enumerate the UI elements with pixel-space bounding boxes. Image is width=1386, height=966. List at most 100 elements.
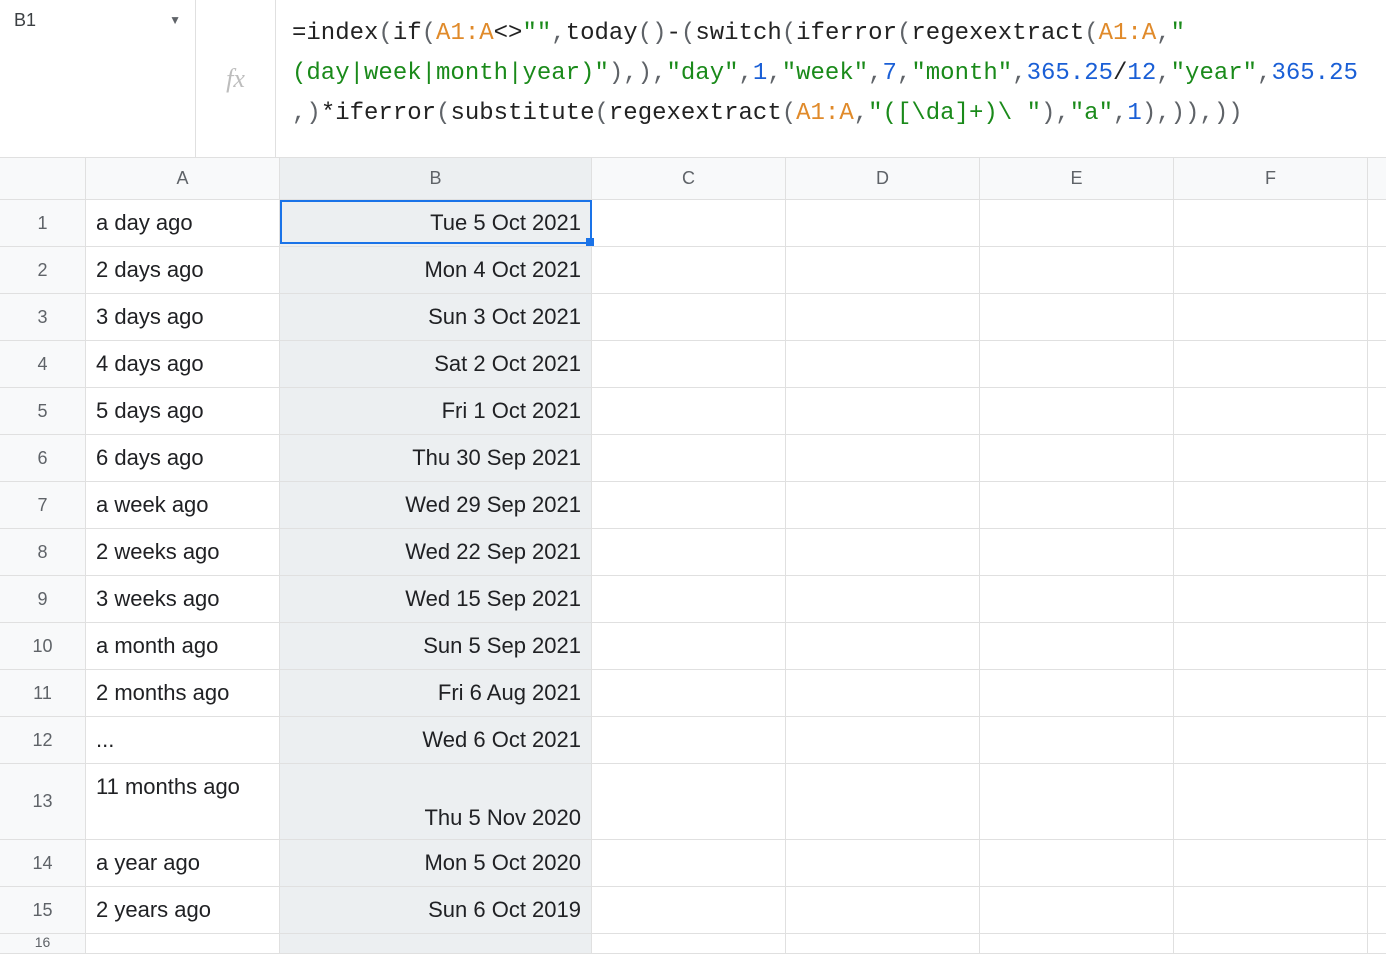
row-header[interactable]: 9 (0, 576, 86, 622)
cell-D8[interactable] (786, 529, 980, 575)
cell-B8[interactable]: Wed 22 Sep 2021 (280, 529, 592, 575)
row-header[interactable]: 7 (0, 482, 86, 528)
cell-F9[interactable] (1174, 576, 1368, 622)
cell-F16[interactable] (1174, 934, 1368, 953)
cell-E9[interactable] (980, 576, 1174, 622)
cell-D6[interactable] (786, 435, 980, 481)
column-header-D[interactable]: D (786, 158, 980, 199)
cell-D13[interactable] (786, 764, 980, 839)
cell-F8[interactable] (1174, 529, 1368, 575)
cell-E6[interactable] (980, 435, 1174, 481)
cell-D14[interactable] (786, 840, 980, 886)
cell-B16[interactable] (280, 934, 592, 953)
row-header[interactable]: 13 (0, 764, 86, 839)
column-header-A[interactable]: A (86, 158, 280, 199)
cell-E2[interactable] (980, 247, 1174, 293)
cell-A6[interactable]: 6 days ago (86, 435, 280, 481)
cell-B4[interactable]: Sat 2 Oct 2021 (280, 341, 592, 387)
cell-F1[interactable] (1174, 200, 1368, 246)
cell-D15[interactable] (786, 887, 980, 933)
cell-A3[interactable]: 3 days ago (86, 294, 280, 340)
row-header[interactable]: 8 (0, 529, 86, 575)
column-header-F[interactable]: F (1174, 158, 1368, 199)
cell-B7[interactable]: Wed 29 Sep 2021 (280, 482, 592, 528)
cell-F15[interactable] (1174, 887, 1368, 933)
row-header[interactable]: 2 (0, 247, 86, 293)
cell-E11[interactable] (980, 670, 1174, 716)
cell-F13[interactable] (1174, 764, 1368, 839)
cell-A16[interactable] (86, 934, 280, 953)
cell-C10[interactable] (592, 623, 786, 669)
column-header-C[interactable]: C (592, 158, 786, 199)
row-header[interactable]: 16 (0, 934, 86, 953)
cell-A2[interactable]: 2 days ago (86, 247, 280, 293)
row-header[interactable]: 12 (0, 717, 86, 763)
cell-C6[interactable] (592, 435, 786, 481)
cell-F7[interactable] (1174, 482, 1368, 528)
cell-F4[interactable] (1174, 341, 1368, 387)
cell-E16[interactable] (980, 934, 1174, 953)
cell-B11[interactable]: Fri 6 Aug 2021 (280, 670, 592, 716)
cell-B10[interactable]: Sun 5 Sep 2021 (280, 623, 592, 669)
cell-D16[interactable] (786, 934, 980, 953)
name-box[interactable]: B1 ▼ (0, 0, 196, 40)
cell-E12[interactable] (980, 717, 1174, 763)
cell-F5[interactable] (1174, 388, 1368, 434)
cell-E14[interactable] (980, 840, 1174, 886)
cell-A9[interactable]: 3 weeks ago (86, 576, 280, 622)
cell-A15[interactable]: 2 years ago (86, 887, 280, 933)
cell-F6[interactable] (1174, 435, 1368, 481)
cell-D3[interactable] (786, 294, 980, 340)
row-header[interactable]: 5 (0, 388, 86, 434)
select-all-corner[interactable] (0, 158, 86, 199)
row-header[interactable]: 11 (0, 670, 86, 716)
cell-F14[interactable] (1174, 840, 1368, 886)
cell-D10[interactable] (786, 623, 980, 669)
row-header[interactable]: 3 (0, 294, 86, 340)
cell-B5[interactable]: Fri 1 Oct 2021 (280, 388, 592, 434)
cell-F12[interactable] (1174, 717, 1368, 763)
chevron-down-icon[interactable]: ▼ (169, 13, 181, 27)
cell-A10[interactable]: a month ago (86, 623, 280, 669)
cell-A11[interactable]: 2 months ago (86, 670, 280, 716)
cell-B1[interactable]: Tue 5 Oct 2021 (280, 200, 592, 246)
cell-A8[interactable]: 2 weeks ago (86, 529, 280, 575)
cell-A1[interactable]: a day ago (86, 200, 280, 246)
column-header-E[interactable]: E (980, 158, 1174, 199)
cell-B6[interactable]: Thu 30 Sep 2021 (280, 435, 592, 481)
cell-D4[interactable] (786, 341, 980, 387)
cell-B9[interactable]: Wed 15 Sep 2021 (280, 576, 592, 622)
cell-B15[interactable]: Sun 6 Oct 2019 (280, 887, 592, 933)
cell-E4[interactable] (980, 341, 1174, 387)
cell-B12[interactable]: Wed 6 Oct 2021 (280, 717, 592, 763)
cell-E13[interactable] (980, 764, 1174, 839)
cell-C14[interactable] (592, 840, 786, 886)
cell-C11[interactable] (592, 670, 786, 716)
cell-C7[interactable] (592, 482, 786, 528)
cell-E7[interactable] (980, 482, 1174, 528)
cell-E5[interactable] (980, 388, 1174, 434)
cell-A4[interactable]: 4 days ago (86, 341, 280, 387)
cell-E1[interactable] (980, 200, 1174, 246)
cell-D7[interactable] (786, 482, 980, 528)
row-header[interactable]: 1 (0, 200, 86, 246)
cell-B14[interactable]: Mon 5 Oct 2020 (280, 840, 592, 886)
cell-C2[interactable] (592, 247, 786, 293)
cell-F11[interactable] (1174, 670, 1368, 716)
cell-A7[interactable]: a week ago (86, 482, 280, 528)
cell-F2[interactable] (1174, 247, 1368, 293)
cell-A13[interactable]: 11 months ago (86, 764, 280, 839)
row-header[interactable]: 10 (0, 623, 86, 669)
cell-D1[interactable] (786, 200, 980, 246)
cell-B3[interactable]: Sun 3 Oct 2021 (280, 294, 592, 340)
cell-C3[interactable] (592, 294, 786, 340)
cell-E3[interactable] (980, 294, 1174, 340)
cell-A5[interactable]: 5 days ago (86, 388, 280, 434)
cell-D5[interactable] (786, 388, 980, 434)
row-header[interactable]: 4 (0, 341, 86, 387)
cell-E15[interactable] (980, 887, 1174, 933)
cell-A12[interactable]: ... (86, 717, 280, 763)
cell-C1[interactable] (592, 200, 786, 246)
row-header[interactable]: 14 (0, 840, 86, 886)
cell-B2[interactable]: Mon 4 Oct 2021 (280, 247, 592, 293)
